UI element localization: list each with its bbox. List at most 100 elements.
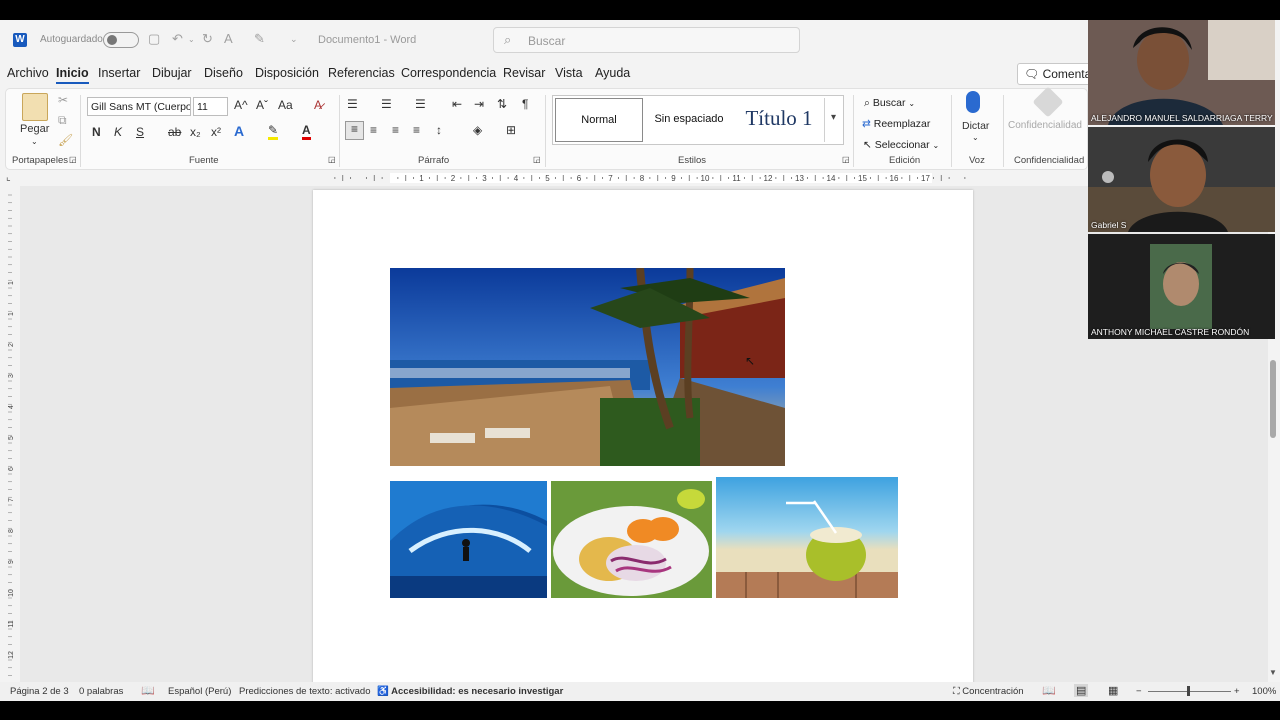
- scroll-down-icon[interactable]: ▼: [1269, 668, 1277, 677]
- ruler-ticks: 1 2 3 4 5 6 7 8 9 10 11 12 13 14 15 16 17: [334, 174, 966, 183]
- text-prediction-status[interactable]: Predicciones de texto: activado: [239, 686, 371, 697]
- bullets-icon[interactable]: ☰: [347, 97, 358, 111]
- redo-icon[interactable]: ↻: [202, 31, 213, 47]
- tab-disposicion[interactable]: Disposición: [255, 66, 319, 80]
- strikethrough-button[interactable]: ab: [168, 125, 181, 139]
- shrink-font-icon[interactable]: Aˇ: [256, 98, 268, 112]
- zoom-out-icon[interactable]: −: [1136, 686, 1142, 697]
- ceviche-photo[interactable]: [551, 481, 712, 598]
- focus-mode-button[interactable]: ⛶ Concentración: [953, 686, 1024, 697]
- show-marks-button[interactable]: ¶: [522, 97, 528, 111]
- microphone-icon[interactable]: [966, 91, 980, 113]
- undo-icon[interactable]: ↶: [172, 31, 183, 47]
- proofing-icon[interactable]: 📖: [141, 684, 155, 697]
- subscript-button[interactable]: x₂: [190, 125, 201, 139]
- tab-selector-icon[interactable]: ⌞: [6, 172, 11, 183]
- paste-dropdown-icon[interactable]: ⌄: [31, 137, 38, 146]
- language-indicator[interactable]: Español (Perú): [168, 686, 231, 697]
- vertical-ruler[interactable]: 1 1 2 3 4 5 6 7 8 9 10 11 12: [3, 190, 17, 680]
- decrease-indent-icon[interactable]: ⇤: [452, 97, 462, 111]
- sort-icon[interactable]: ⇅: [497, 97, 507, 111]
- styles-launcher-icon[interactable]: ◲: [842, 155, 850, 164]
- paragraph-launcher-icon[interactable]: ◲: [533, 155, 541, 164]
- style-no-spacing[interactable]: Sin espaciado: [645, 98, 733, 142]
- multilevel-list-icon[interactable]: ☰: [415, 97, 426, 111]
- save-icon[interactable]: ▢: [148, 31, 160, 47]
- undo-dropdown-icon[interactable]: ⌄: [188, 35, 195, 44]
- increase-indent-icon[interactable]: ⇥: [474, 97, 484, 111]
- cut-icon[interactable]: ✂: [58, 93, 68, 107]
- dictate-button[interactable]: Dictar: [962, 120, 989, 132]
- print-layout-icon[interactable]: ▤: [1074, 684, 1089, 697]
- ruler-tick-label: 11: [732, 174, 741, 183]
- tab-diseno[interactable]: Diseño: [204, 66, 243, 80]
- read-mode-icon[interactable]: 📖: [1042, 684, 1056, 697]
- numbering-icon[interactable]: ☰: [381, 97, 392, 111]
- borders-icon[interactable]: ⊞: [506, 123, 516, 137]
- tab-referencias[interactable]: Referencias: [328, 66, 395, 80]
- font-style-icon[interactable]: A: [224, 31, 233, 46]
- styles-more-icon[interactable]: ▾: [824, 98, 842, 142]
- clipboard-launcher-icon[interactable]: ◲: [69, 155, 77, 164]
- bold-button[interactable]: N: [92, 125, 101, 139]
- tab-correspondencia[interactable]: Correspondencia: [401, 66, 496, 80]
- accessibility-status[interactable]: ♿ Accesibilidad: es necesario investigar: [377, 686, 563, 697]
- zoom-slider-thumb[interactable]: [1187, 686, 1190, 696]
- justify-icon[interactable]: ≡: [413, 123, 420, 137]
- align-center-icon[interactable]: ≡: [370, 123, 377, 137]
- sensitivity-icon[interactable]: [1032, 86, 1064, 118]
- format-painter-icon[interactable]: 🖌: [58, 133, 73, 147]
- zoom-in-icon[interactable]: +: [1234, 686, 1240, 697]
- italic-button[interactable]: K: [114, 125, 122, 139]
- superscript-button[interactable]: x²: [211, 125, 221, 139]
- highlight-icon[interactable]: ✎: [268, 123, 279, 140]
- replace-button[interactable]: ⇄ Reemplazar: [862, 118, 930, 130]
- find-button[interactable]: ⌕ Buscar ⌄: [864, 97, 915, 110]
- change-case-icon[interactable]: Aa: [278, 98, 293, 112]
- style-heading-1[interactable]: Título 1: [735, 98, 823, 142]
- dictate-dropdown-icon[interactable]: ⌄: [972, 133, 979, 142]
- document-title: Documento1 - Word: [318, 34, 417, 46]
- line-spacing-icon[interactable]: ↕: [436, 123, 442, 137]
- tab-revisar[interactable]: Revisar: [503, 66, 545, 80]
- vertical-scrollbar-thumb[interactable]: [1270, 360, 1276, 438]
- underline-button[interactable]: S: [136, 125, 144, 139]
- shading-icon[interactable]: ◈: [473, 123, 482, 137]
- word-count[interactable]: 0 palabras: [79, 686, 123, 697]
- horizontal-ruler[interactable]: 1 2 3 4 5 6 7 8 9 10 11 12 13 14 15 16 17: [312, 170, 973, 186]
- surfer-photo[interactable]: [390, 481, 547, 598]
- copy-icon[interactable]: ⧉: [58, 113, 67, 128]
- clear-formatting-icon[interactable]: A̷: [314, 98, 322, 112]
- grow-font-icon[interactable]: A^: [234, 98, 248, 112]
- tab-inicio[interactable]: Inicio: [56, 66, 89, 84]
- font-size-combo[interactable]: 11: [193, 97, 228, 116]
- tab-vista[interactable]: Vista: [555, 66, 583, 80]
- tab-insertar[interactable]: Insertar: [98, 66, 140, 80]
- select-button[interactable]: ↖ Seleccionar ⌄: [863, 139, 939, 151]
- align-left-icon[interactable]: ≡: [345, 121, 364, 140]
- search-box[interactable]: ⌕ Buscar: [493, 27, 800, 53]
- tab-dibujar[interactable]: Dibujar: [152, 66, 192, 80]
- document-page[interactable]: ↖: [313, 190, 973, 690]
- vertical-ruler-tick-label: 1: [8, 281, 15, 285]
- coconut-drink-photo[interactable]: [716, 477, 898, 598]
- comments-button[interactable]: 🗨 Comentari: [1017, 63, 1097, 85]
- paste-button[interactable]: Pegar: [20, 123, 49, 135]
- customize-qat-icon[interactable]: ⌄: [290, 34, 298, 45]
- style-normal[interactable]: Normal: [555, 98, 643, 142]
- paste-icon[interactable]: [22, 93, 48, 121]
- zoom-level[interactable]: 100%: [1252, 686, 1276, 697]
- font-launcher-icon[interactable]: ◲: [328, 155, 336, 164]
- sensitivity-button[interactable]: Confidencialidad: [1008, 120, 1082, 131]
- autosave-toggle[interactable]: [103, 32, 139, 48]
- web-layout-icon[interactable]: ▦: [1108, 684, 1118, 697]
- draw-icon[interactable]: ✎: [254, 31, 265, 47]
- page-count[interactable]: Página 2 de 3: [10, 686, 69, 697]
- tab-archivo[interactable]: Archivo: [7, 66, 49, 80]
- align-right-icon[interactable]: ≡: [392, 123, 399, 137]
- font-color-icon[interactable]: A: [302, 123, 311, 140]
- text-effects-icon[interactable]: A: [234, 123, 244, 139]
- font-name-combo[interactable]: Gill Sans MT (Cuerpo: [87, 97, 191, 116]
- tab-ayuda[interactable]: Ayuda: [595, 66, 630, 80]
- beach-resort-photo[interactable]: [390, 268, 785, 466]
